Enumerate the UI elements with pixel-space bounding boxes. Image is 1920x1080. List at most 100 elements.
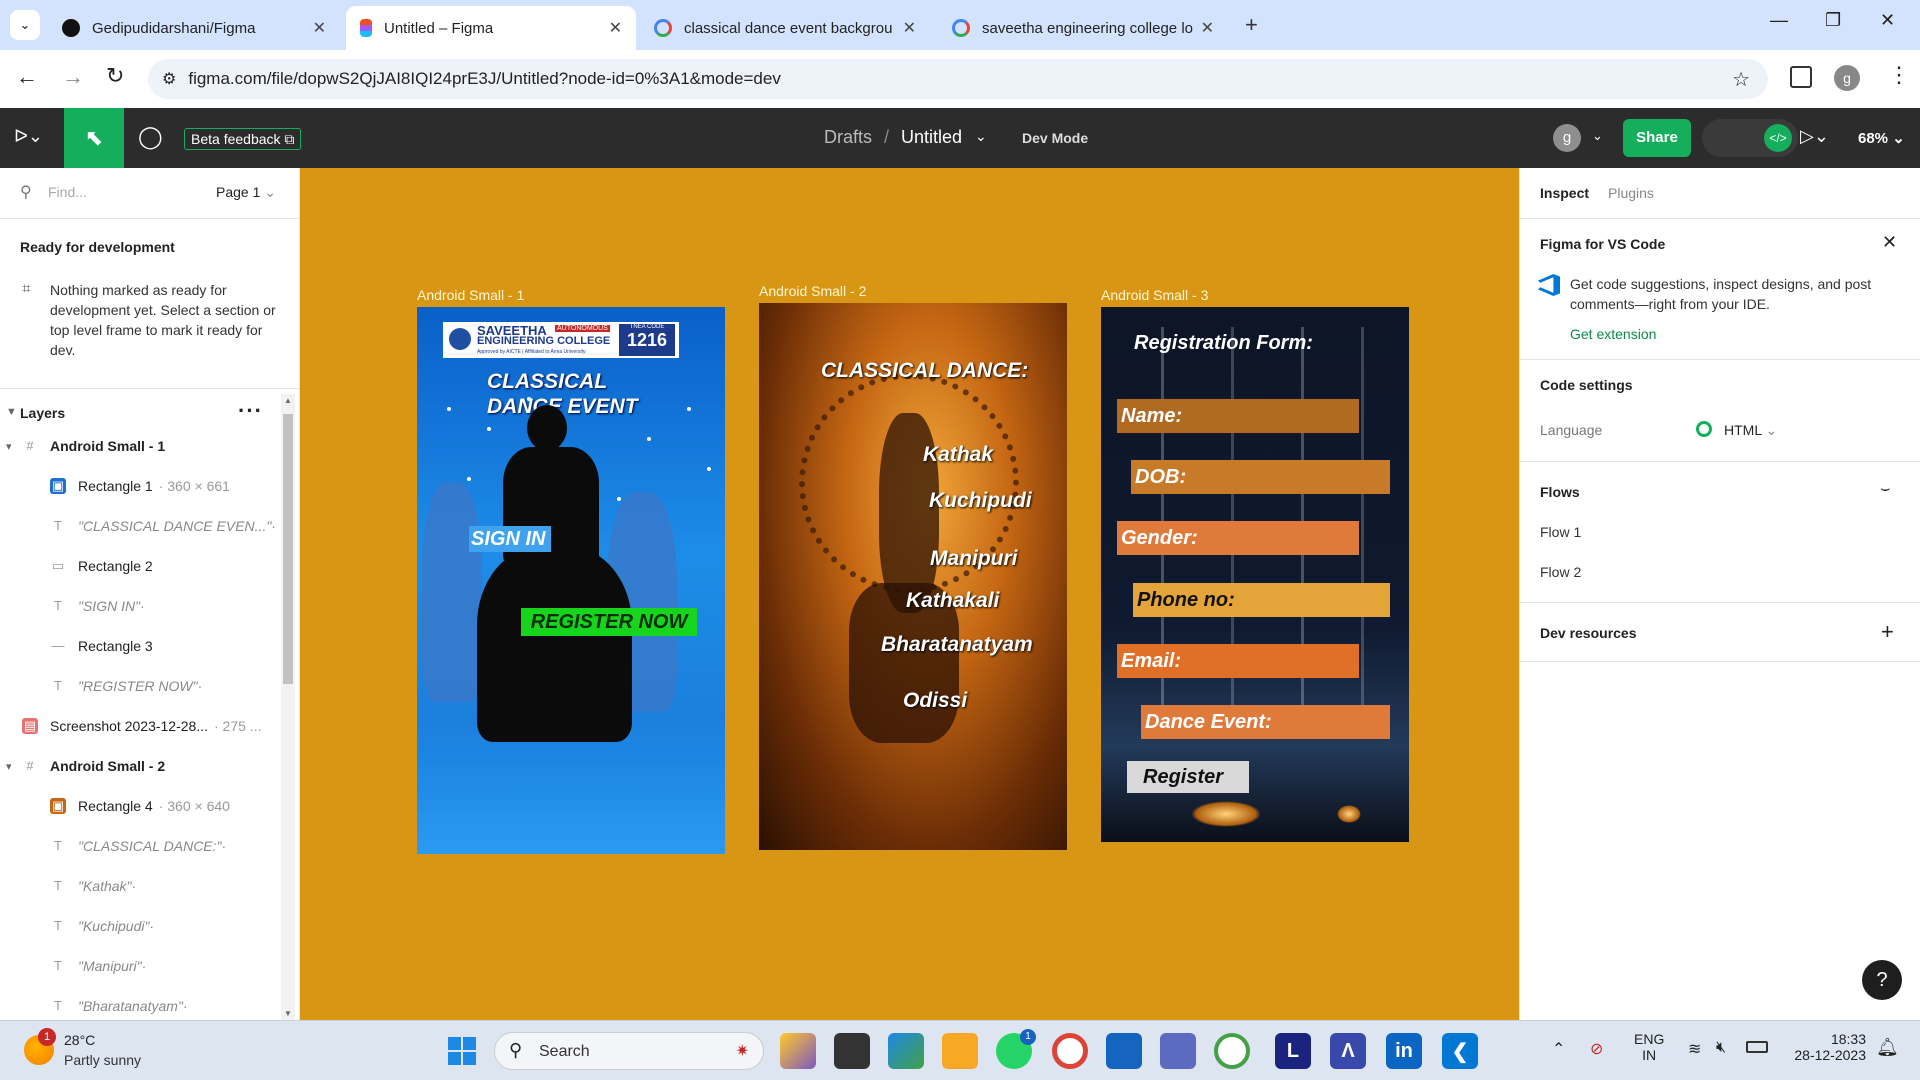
clock[interactable]: 18:33 28-12-2023 bbox=[1790, 1031, 1866, 1063]
register-now-button[interactable]: REGISTER NOW bbox=[521, 608, 697, 636]
file-explorer-icon[interactable] bbox=[942, 1033, 978, 1069]
windows-start-icon[interactable] bbox=[448, 1037, 476, 1065]
task-view-icon[interactable] bbox=[834, 1033, 870, 1069]
present-play-icon[interactable]: ▷⌄ bbox=[1800, 126, 1829, 147]
find-input[interactable]: Find... bbox=[48, 184, 87, 200]
help-button[interactable]: ? bbox=[1862, 960, 1902, 1000]
l-app-icon[interactable]: L bbox=[1275, 1033, 1311, 1069]
layer-item[interactable]: ▣ Rectangle 1 · 360 × 661 bbox=[0, 466, 280, 506]
close-icon[interactable]: ✕ bbox=[313, 18, 326, 38]
teams-icon[interactable] bbox=[1160, 1033, 1196, 1069]
caret-down-icon[interactable]: ▼ bbox=[6, 406, 17, 418]
layer-item[interactable]: T "Manipuri"· bbox=[0, 946, 280, 986]
page-selector[interactable]: Page 1 ⌄ bbox=[216, 184, 276, 201]
chevron-down-icon[interactable]: ⌄ bbox=[975, 128, 987, 145]
weather-temp[interactable]: 28°C bbox=[64, 1032, 95, 1048]
new-tab-icon[interactable]: + bbox=[1245, 12, 1258, 38]
dance-event-field[interactable]: Dance Event: bbox=[1141, 705, 1390, 739]
close-icon[interactable]: ✕ bbox=[903, 18, 916, 38]
breadcrumb-drafts[interactable]: Drafts bbox=[824, 127, 872, 148]
linkedin-icon[interactable]: in bbox=[1386, 1033, 1422, 1069]
tab-google-1[interactable]: classical dance event backgrou ✕ bbox=[640, 6, 930, 50]
android-small-1-frame[interactable]: SAVEETHA AUTONOMOUS ENGINEERING COLLEGE … bbox=[417, 307, 725, 854]
caret-down-icon[interactable]: ▾ bbox=[6, 440, 12, 453]
scrollbar-thumb[interactable] bbox=[283, 414, 293, 684]
a-app-icon[interactable]: Λ bbox=[1330, 1033, 1366, 1069]
name-field[interactable]: Name: bbox=[1117, 399, 1359, 433]
back-icon[interactable]: ← bbox=[16, 64, 38, 90]
share-button[interactable]: Share bbox=[1623, 119, 1691, 157]
layer-item[interactable]: — Rectangle 3 bbox=[0, 626, 280, 666]
chevron-down-icon[interactable]: ⌄ bbox=[1592, 128, 1603, 144]
security-icon[interactable]: ⊘ bbox=[1590, 1039, 1603, 1059]
tab-github[interactable]: Gedipudidarshani/Figma ✕ bbox=[48, 6, 340, 50]
layer-item[interactable]: T "SIGN IN"· bbox=[0, 586, 280, 626]
url-field[interactable]: ⚙ figma.com/file/dopwS2QjJAI8IQI24prE3J/… bbox=[148, 59, 1768, 99]
comment-icon[interactable]: ◯ bbox=[138, 124, 163, 150]
wifi-icon[interactable]: ≋ bbox=[1688, 1039, 1701, 1059]
close-icon[interactable]: ✕ bbox=[609, 18, 622, 38]
figma-menu-icon[interactable]: ᐅ⌄ bbox=[14, 126, 43, 147]
layer-item[interactable]: T "CLASSICAL DANCE EVEN..."· bbox=[0, 506, 280, 546]
dev-mode-toggle[interactable]: </> bbox=[1702, 119, 1798, 157]
phone-field[interactable]: Phone no: bbox=[1133, 583, 1390, 617]
battery-icon[interactable] bbox=[1746, 1041, 1768, 1053]
register-button[interactable]: Register bbox=[1127, 761, 1249, 793]
notification-bell-icon[interactable]: 🔔︎ bbox=[1876, 1037, 1899, 1058]
window-close-icon[interactable]: ✕ bbox=[1880, 10, 1895, 31]
restore-icon[interactable]: ❐ bbox=[1825, 10, 1841, 31]
language-indicator[interactable]: ENG IN bbox=[1634, 1031, 1664, 1063]
add-icon[interactable]: + bbox=[1881, 619, 1894, 645]
flow-item-2[interactable]: Flow 2 bbox=[1540, 564, 1581, 580]
layer-item[interactable]: T "Kuchipudi"· bbox=[0, 906, 280, 946]
chevron-up-icon[interactable]: ⌃ bbox=[1552, 1039, 1565, 1059]
layer-item[interactable]: ▭ Rectangle 2 bbox=[0, 546, 280, 586]
tab-plugins[interactable]: Plugins bbox=[1608, 185, 1654, 201]
gender-field[interactable]: Gender: bbox=[1117, 521, 1359, 555]
taskbar-search[interactable]: ⚲ Search ✷ bbox=[494, 1032, 764, 1070]
close-icon[interactable]: ✕ bbox=[1201, 18, 1214, 38]
volume-muted-icon[interactable]: 🔇︎ bbox=[1716, 1039, 1726, 1057]
layer-item[interactable]: T "REGISTER NOW"· bbox=[0, 666, 280, 706]
frame-label[interactable]: Android Small - 1 bbox=[417, 287, 524, 303]
user-avatar[interactable]: g bbox=[1553, 124, 1581, 152]
move-tool-icon[interactable]: ⬉ bbox=[64, 108, 124, 168]
file-name[interactable]: Untitled bbox=[901, 127, 962, 148]
forward-icon[interactable]: → bbox=[62, 64, 84, 90]
email-field[interactable]: Email: bbox=[1117, 644, 1359, 678]
vscode-taskbar-icon[interactable]: ❮ bbox=[1442, 1033, 1478, 1069]
layer-item[interactable]: T "CLASSICAL DANCE:"· bbox=[0, 826, 280, 866]
dob-field[interactable]: DOB: bbox=[1131, 460, 1390, 494]
tab-google-2[interactable]: saveetha engineering college lo ✕ bbox=[938, 6, 1228, 50]
design-canvas[interactable]: Android Small - 1 SAVEETHA AUTONOMOUS EN… bbox=[300, 168, 1519, 1020]
store-icon[interactable] bbox=[1106, 1033, 1142, 1069]
get-extension-link[interactable]: Get extension bbox=[1570, 326, 1656, 342]
layer-item[interactable]: ▾ # Android Small - 1 bbox=[0, 426, 280, 466]
frame-label[interactable]: Android Small - 2 bbox=[759, 283, 866, 299]
eye-hidden-icon[interactable]: ⌣ bbox=[1880, 480, 1891, 498]
android-small-2-frame[interactable]: CLASSICAL DANCE: Kathak Kuchipudi Manipu… bbox=[759, 303, 1067, 850]
site-info-icon[interactable]: ⚙ bbox=[162, 69, 176, 89]
caret-down-icon[interactable]: ▾ bbox=[6, 760, 12, 773]
layer-item[interactable]: T "Kathak"· bbox=[0, 866, 280, 906]
language-dropdown[interactable]: HTML ⌄ bbox=[1724, 422, 1777, 439]
layer-item[interactable]: ▣ Rectangle 4 · 360 × 640 bbox=[0, 786, 280, 826]
minimize-icon[interactable]: — bbox=[1770, 10, 1788, 31]
reload-icon[interactable]: ↻ bbox=[106, 63, 124, 89]
sidepanel-icon[interactable] bbox=[1790, 66, 1812, 88]
menu-kebab-icon[interactable]: ⋮ bbox=[1888, 62, 1910, 88]
layer-item[interactable]: ▾ # Android Small - 2 bbox=[0, 746, 280, 786]
more-options-icon[interactable]: ··· bbox=[238, 398, 263, 424]
bookmark-star-icon[interactable]: ☆ bbox=[1732, 67, 1750, 92]
chrome-icon[interactable] bbox=[1052, 1033, 1088, 1069]
beta-feedback-button[interactable]: Beta feedback ⧉ bbox=[184, 128, 302, 150]
layers-scrollbar[interactable]: ▲ ▼ bbox=[281, 394, 295, 1020]
layer-item[interactable]: ▤ Screenshot 2023-12-28... · 275 ... bbox=[0, 706, 280, 746]
profile-avatar[interactable]: g bbox=[1834, 65, 1860, 91]
tab-search-icon[interactable]: ⌄ bbox=[10, 10, 40, 40]
sign-in-button[interactable]: SIGN IN bbox=[469, 526, 551, 552]
tab-inspect[interactable]: Inspect bbox=[1540, 185, 1589, 201]
ring-app-icon[interactable] bbox=[1214, 1033, 1250, 1069]
copilot-icon[interactable] bbox=[780, 1033, 816, 1069]
android-small-3-frame[interactable]: Registration Form: Name: DOB: Gender: Ph… bbox=[1101, 307, 1409, 842]
